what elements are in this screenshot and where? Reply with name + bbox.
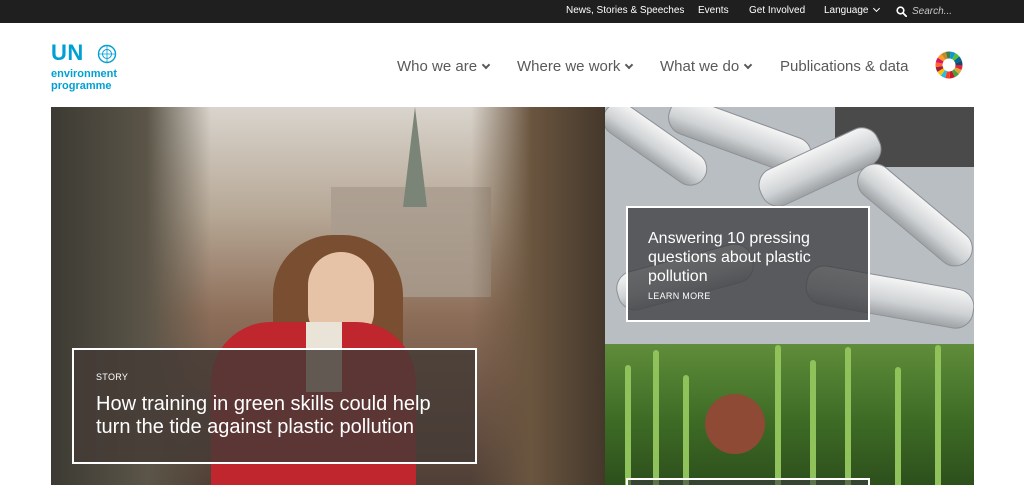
- logo-line-programme: programme: [51, 80, 112, 92]
- learn-more-link[interactable]: LEARN MORE: [648, 291, 711, 301]
- nav-label: Publications & data: [780, 58, 909, 75]
- chevron-down-icon: [625, 60, 634, 70]
- topbar-link-news[interactable]: News, Stories & Speeches: [566, 5, 684, 16]
- chevron-down-icon: [872, 4, 880, 13]
- language-label: Language: [824, 5, 869, 16]
- topbar-link-events[interactable]: Events: [698, 5, 729, 16]
- hero-top-right-title[interactable]: Answering 10 pressing questions about pl…: [648, 229, 858, 286]
- sdg-wheel-icon[interactable]: [934, 50, 964, 80]
- un-emblem-icon: [97, 44, 117, 64]
- nav-where-we-work[interactable]: Where we work: [517, 58, 634, 75]
- hero-bottom-right-card[interactable]: [626, 478, 870, 485]
- grass-blade-shape: [683, 375, 689, 485]
- logo-un-text: UN: [51, 40, 84, 65]
- grass-blade-shape: [895, 367, 901, 485]
- language-dropdown[interactable]: Language: [824, 4, 880, 16]
- nav-label: Who we are: [397, 58, 478, 75]
- hero-top-right-card[interactable]: Answering 10 pressing questions about pl…: [626, 206, 870, 322]
- hand-shape: [705, 394, 765, 454]
- grass-blade-shape: [845, 347, 851, 485]
- hero-main-title[interactable]: How training in green skills could help …: [96, 393, 456, 439]
- chevron-down-icon: [743, 60, 753, 70]
- topbar-link-get-involved[interactable]: Get Involved: [749, 5, 805, 16]
- search-input[interactable]: [912, 4, 982, 18]
- nav-publications-data[interactable]: Publications & data: [780, 58, 908, 75]
- search-icon[interactable]: [896, 6, 907, 17]
- logo-line-environment: environment: [51, 68, 118, 80]
- hero-main-story-card[interactable]: STORY How training in green skills could…: [72, 348, 477, 464]
- nav-what-we-do[interactable]: What we do: [660, 58, 753, 75]
- grass-blade-shape: [810, 360, 816, 485]
- grass-blade-shape: [653, 350, 659, 485]
- unep-logo[interactable]: UN environment programme: [51, 42, 131, 96]
- nav-who-we-are[interactable]: Who we are: [397, 58, 491, 75]
- grass-blade-shape: [775, 345, 781, 485]
- church-spire-shape: [403, 107, 427, 207]
- top-utility-bar: News, Stories & Speeches Events Get Invo…: [0, 0, 1024, 23]
- hero-bottom-right-image[interactable]: [605, 344, 974, 485]
- nav-label: What we do: [660, 58, 740, 75]
- chevron-down-icon: [481, 60, 491, 70]
- trees-right-shape: [471, 107, 605, 485]
- nav-label: Where we work: [517, 58, 621, 75]
- story-kicker: STORY: [96, 372, 129, 382]
- grass-blade-shape: [935, 345, 941, 485]
- grass-blade-shape: [625, 365, 631, 485]
